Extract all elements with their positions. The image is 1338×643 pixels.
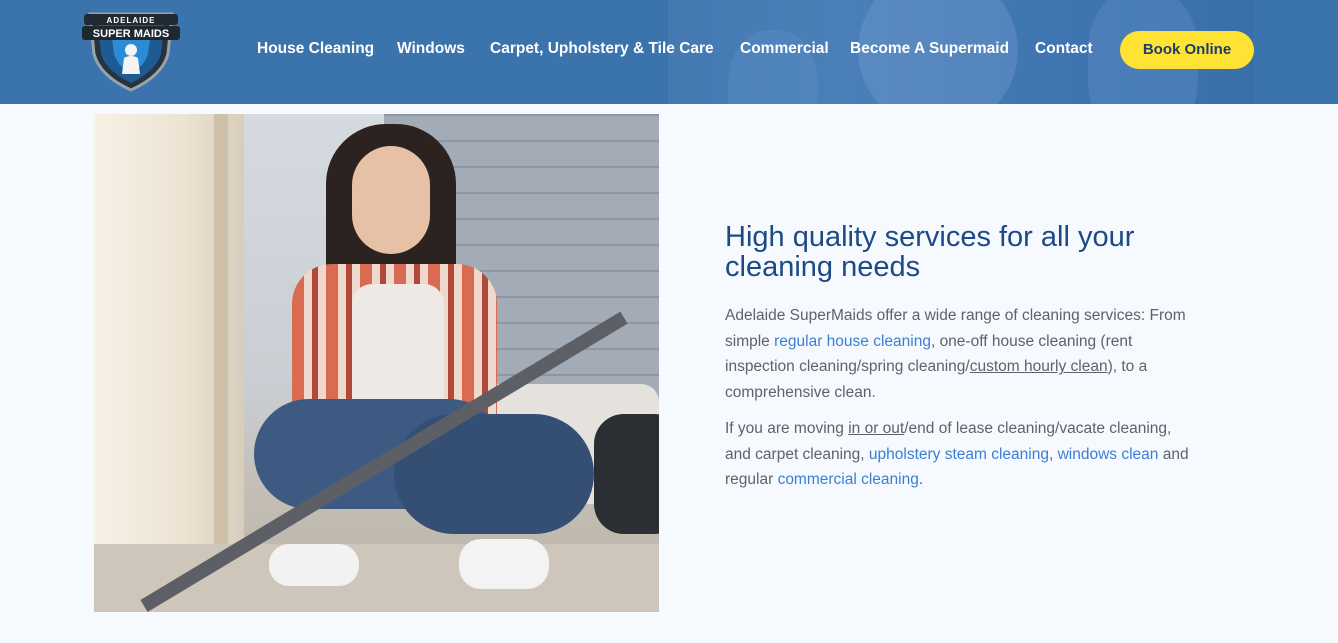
hero-photo-woman-with-vacuum — [94, 114, 659, 612]
nav-carpet-upholstery-tile-care[interactable]: Carpet, Upholstery & Tile Care — [490, 40, 714, 58]
nav-contact[interactable]: Contact — [1035, 40, 1093, 58]
site-logo[interactable]: ADELAIDE SUPER MAIDS — [82, 4, 180, 92]
link-upholstery-steam-cleaning[interactable]: upholstery steam cleaning — [869, 446, 1049, 463]
logo-line1: ADELAIDE — [107, 16, 156, 25]
section-heading: High quality services for all your clean… — [725, 221, 1135, 283]
nav-windows[interactable]: Windows — [397, 40, 465, 58]
nav-commercial[interactable]: Commercial — [740, 40, 829, 58]
logo-line2: SUPER MAIDS — [93, 28, 169, 40]
link-in-or-out[interactable]: in or out — [848, 420, 904, 437]
link-regular-house-cleaning[interactable]: regular house cleaning — [774, 333, 931, 350]
moving-paragraph: If you are moving in or out/end of lease… — [725, 420, 1189, 489]
link-windows-clean[interactable]: windows clean — [1058, 446, 1159, 463]
intro-paragraph: Adelaide SuperMaids offer a wide range o… — [725, 307, 1186, 402]
nav-house-cleaning[interactable]: House Cleaning — [257, 40, 374, 58]
book-online-button[interactable]: Book Online — [1120, 31, 1254, 69]
link-custom-hourly-clean[interactable]: custom hourly clean — [970, 358, 1108, 375]
nav-become-a-supermaid[interactable]: Become A Supermaid — [850, 40, 1009, 58]
link-commercial-cleaning[interactable]: commercial cleaning — [778, 471, 919, 488]
site-header: ADELAIDE SUPER MAIDS House Cleaning Wind… — [0, 0, 1338, 104]
